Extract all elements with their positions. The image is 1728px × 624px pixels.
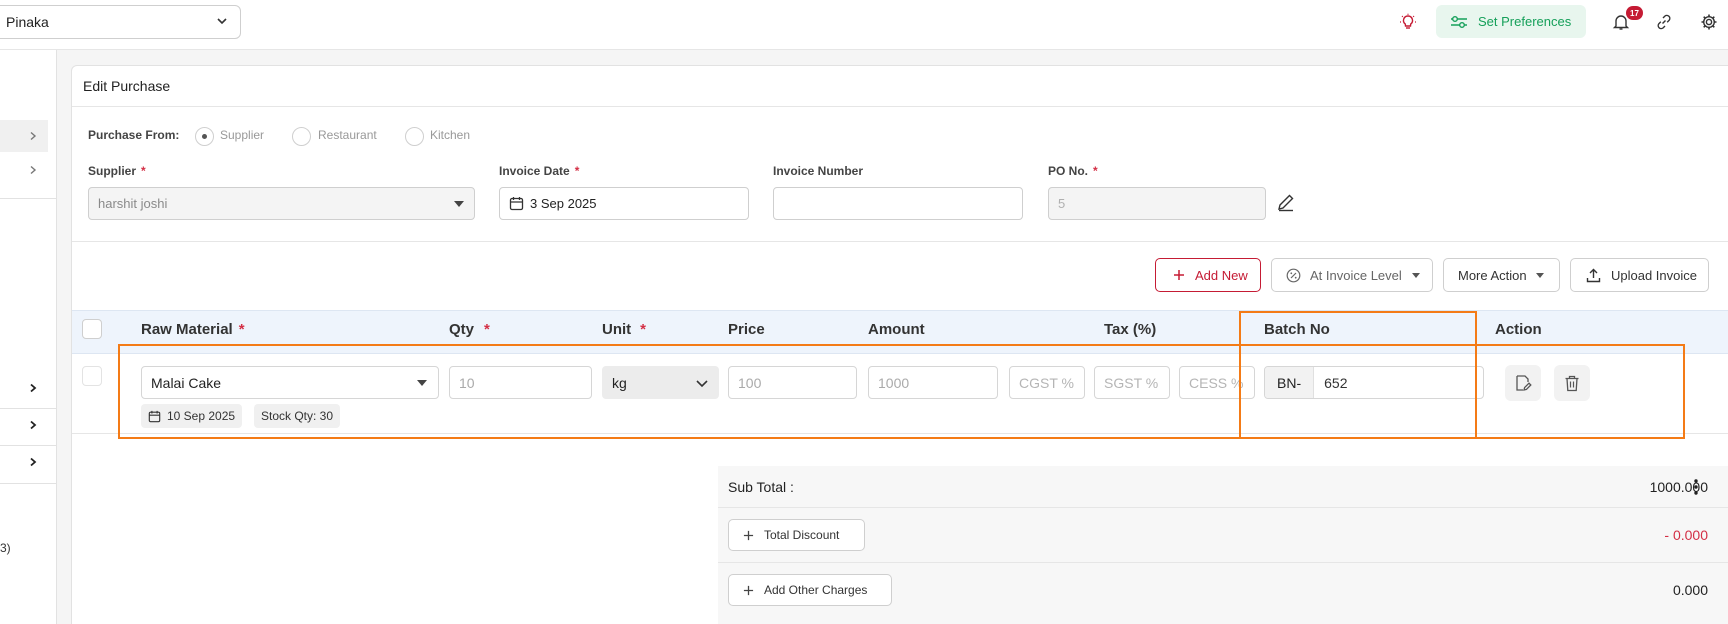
chevron-right-icon bbox=[30, 165, 37, 175]
sidebar-partial-text: 3) bbox=[0, 541, 11, 555]
section-divider bbox=[72, 241, 1728, 242]
th-raw-material: Raw Material * bbox=[141, 321, 245, 338]
radio-supplier[interactable] bbox=[195, 127, 214, 146]
invoice-number-field[interactable] bbox=[773, 187, 1023, 220]
add-other-charges-button[interactable]: Add Other Charges bbox=[728, 574, 892, 606]
sidebar-divider bbox=[0, 483, 57, 484]
caret-down-icon bbox=[454, 201, 464, 207]
upload-icon bbox=[1586, 268, 1601, 282]
sub-total-label: Sub Total : bbox=[728, 479, 794, 495]
chevron-right-icon bbox=[30, 383, 37, 393]
set-preferences-label: Set Preferences bbox=[1478, 14, 1572, 29]
select-all-checkbox[interactable] bbox=[82, 319, 102, 339]
more-vertical-icon[interactable] bbox=[1690, 477, 1702, 500]
chevron-right-icon bbox=[30, 457, 37, 467]
set-preferences-button[interactable]: Set Preferences bbox=[1436, 5, 1586, 38]
invoice-date-field[interactable]: 3 Sep 2025 bbox=[499, 187, 749, 220]
radio-supplier-label: Supplier bbox=[220, 128, 265, 142]
sidebar-item[interactable] bbox=[0, 372, 48, 404]
chevron-down-icon bbox=[217, 18, 227, 25]
at-invoice-level-button[interactable]: At Invoice Level bbox=[1271, 258, 1433, 292]
po-no-field: 5 bbox=[1048, 187, 1266, 220]
sidebar-divider bbox=[0, 198, 57, 199]
th-tax: Tax (%) bbox=[1104, 321, 1157, 338]
sub-total-value: 1000.000 bbox=[1649, 479, 1708, 495]
sidebar-item[interactable] bbox=[0, 409, 48, 441]
supplier-select[interactable]: harshit joshi bbox=[88, 187, 475, 220]
add-new-label: Add New bbox=[1195, 267, 1248, 283]
th-action: Action bbox=[1495, 321, 1542, 338]
page-title: Edit Purchase bbox=[83, 78, 171, 94]
total-discount-value: - 0.000 bbox=[1664, 527, 1708, 543]
add-other-charges-label: Add Other Charges bbox=[764, 583, 868, 597]
po-no-value: 5 bbox=[1058, 196, 1066, 211]
row-checkbox[interactable] bbox=[82, 366, 102, 386]
plus-icon bbox=[1174, 270, 1184, 280]
idea-bulb-icon[interactable] bbox=[1396, 10, 1420, 34]
gear-icon[interactable] bbox=[1697, 10, 1721, 34]
caret-down-icon bbox=[1411, 272, 1420, 278]
outlet-select-value: Pinaka bbox=[6, 14, 49, 30]
radio-restaurant-label: Restaurant bbox=[318, 128, 377, 142]
plus-icon bbox=[743, 530, 754, 540]
invoice-date-value: 3 Sep 2025 bbox=[530, 196, 597, 211]
radio-kitchen-label: Kitchen bbox=[430, 128, 471, 142]
notification-count-badge: 17 bbox=[1626, 6, 1643, 20]
edit-pencil-icon[interactable] bbox=[1276, 192, 1296, 215]
other-charges-value: 0.000 bbox=[1672, 582, 1708, 598]
calendar-icon bbox=[509, 197, 524, 211]
more-action-label: More Action bbox=[1458, 267, 1527, 283]
outlet-select[interactable]: Pinaka bbox=[0, 5, 241, 39]
sidebar bbox=[0, 50, 57, 624]
po-no-label: PO No. * bbox=[1048, 164, 1098, 178]
add-new-button[interactable]: Add New bbox=[1155, 258, 1261, 292]
invoice-date-label: Invoice Date * bbox=[499, 164, 580, 178]
sliders-icon bbox=[1451, 15, 1467, 28]
total-discount-label: Total Discount bbox=[764, 528, 840, 542]
plus-icon bbox=[743, 585, 754, 595]
purchase-from-label: Purchase From: bbox=[88, 128, 180, 142]
more-action-button[interactable]: More Action bbox=[1443, 258, 1560, 292]
th-qty: Qty * bbox=[449, 321, 490, 338]
top-bar: Pinaka Set Preferences 17 bbox=[0, 0, 1728, 50]
radio-kitchen[interactable] bbox=[405, 127, 424, 146]
supplier-value: harshit joshi bbox=[98, 196, 168, 211]
radio-restaurant[interactable] bbox=[292, 127, 311, 146]
invoice-number-label: Invoice Number bbox=[773, 164, 864, 178]
link-icon[interactable] bbox=[1652, 10, 1676, 34]
at-invoice-level-label: At Invoice Level bbox=[1310, 267, 1402, 283]
sidebar-item-active[interactable] bbox=[0, 120, 48, 152]
sidebar-item[interactable] bbox=[0, 154, 48, 186]
th-unit: Unit * bbox=[602, 321, 647, 338]
chevron-right-icon bbox=[30, 420, 37, 430]
th-price: Price bbox=[728, 321, 765, 338]
batch-no-highlight-box bbox=[1239, 311, 1477, 439]
supplier-label: Supplier * bbox=[88, 164, 146, 178]
th-amount: Amount bbox=[868, 321, 925, 338]
total-discount-button[interactable]: Total Discount bbox=[728, 519, 865, 551]
discount-icon bbox=[1286, 268, 1301, 282]
upload-invoice-label: Upload Invoice bbox=[1611, 267, 1697, 283]
caret-down-icon bbox=[1535, 272, 1544, 278]
upload-invoice-button[interactable]: Upload Invoice bbox=[1570, 258, 1709, 292]
sidebar-item[interactable] bbox=[0, 446, 48, 478]
title-divider bbox=[72, 106, 1728, 107]
totals-divider bbox=[718, 562, 1728, 563]
chevron-right-icon bbox=[30, 131, 37, 141]
totals-divider bbox=[718, 507, 1728, 508]
